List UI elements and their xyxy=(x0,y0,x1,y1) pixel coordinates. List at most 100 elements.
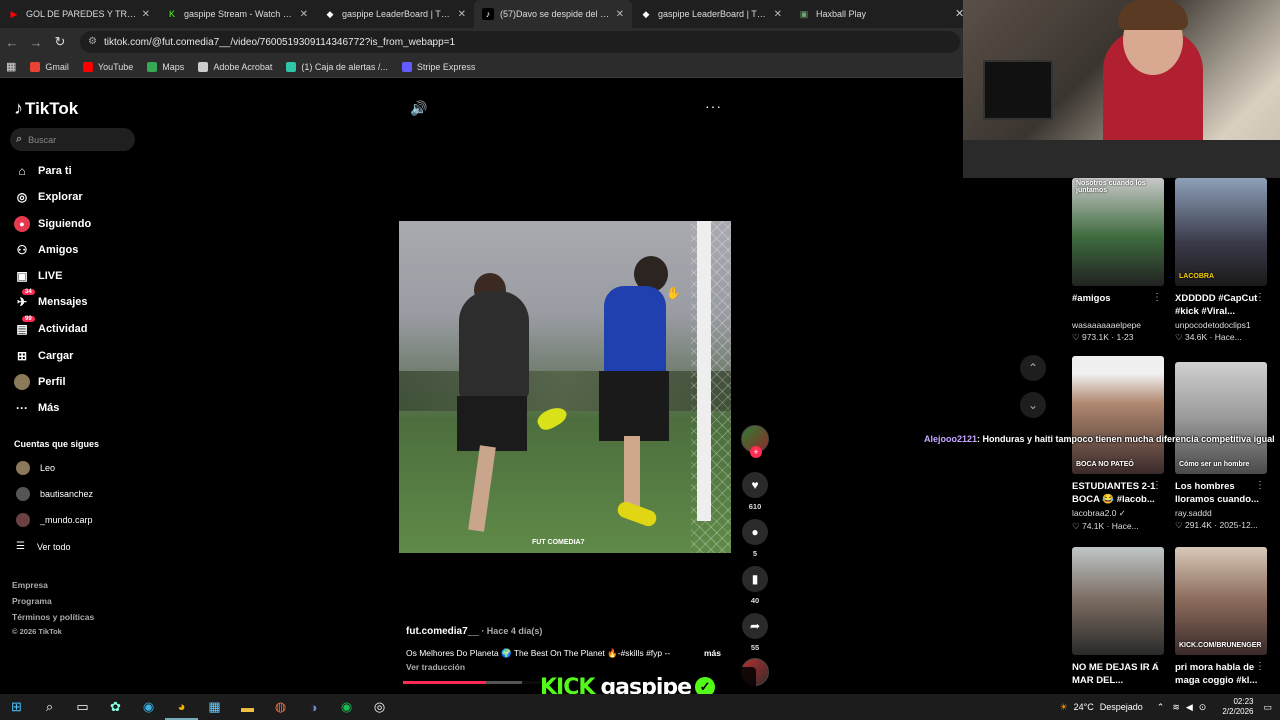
explorer-icon[interactable]: ▬ xyxy=(231,694,264,720)
copilot-icon[interactable]: ✿ xyxy=(99,694,132,720)
close-tab-icon[interactable]: ✕ xyxy=(300,9,308,20)
video-thumbnail: Nosotros cuando los juntamos xyxy=(1072,178,1164,286)
task-view-icon[interactable]: ▭ xyxy=(66,694,99,720)
follow-plus-icon[interactable]: + xyxy=(750,446,762,458)
recommended-video-card[interactable]: Nosotros cuando los juntamos #amigos ⋮ w… xyxy=(1072,178,1164,343)
search-icon[interactable]: ⌕ xyxy=(33,694,66,720)
browser-tab[interactable]: ◆ gaspipe LeaderBoard | The best ✕ xyxy=(316,0,474,28)
browser-tab[interactable]: ◆ gaspipe LeaderBoard | The best ✕ xyxy=(632,0,790,28)
previous-video-button[interactable]: ⌃ xyxy=(1020,355,1046,381)
close-tab-icon[interactable]: ✕ xyxy=(774,9,782,20)
firefox-icon[interactable]: ◍ xyxy=(264,694,297,720)
forward-icon[interactable]: → xyxy=(24,35,48,50)
recommended-video-card[interactable]: NO ME DEJAS IR A MAR DEL... ⋮ xyxy=(1072,547,1164,689)
clock[interactable]: 02:23 2/2/2026 xyxy=(1222,697,1253,717)
author-name[interactable]: fut.comedia7__ xyxy=(406,626,479,637)
save-button[interactable]: ▮ 40 xyxy=(741,566,769,605)
share-button[interactable]: ➦ 55 xyxy=(741,613,769,652)
more-options-icon[interactable]: ··· xyxy=(705,98,722,114)
back-icon[interactable]: ← xyxy=(0,35,24,50)
obs-icon[interactable]: ◎ xyxy=(363,694,396,720)
reload-icon[interactable]: ↻ xyxy=(48,34,72,50)
notifications-icon[interactable]: ▭ xyxy=(1263,702,1272,713)
windows-start-icon[interactable]: ⊞ xyxy=(0,694,33,720)
video-stats: ♡ 74.1K · Hace... xyxy=(1072,521,1139,531)
video-title: NO ME DEJAS IR A MAR DEL... xyxy=(1072,662,1159,686)
video-player[interactable]: FUT COMEDIA7 xyxy=(399,221,731,553)
bookmark-item[interactable]: (1) Caja de alertas /... xyxy=(286,61,388,72)
mic-icon[interactable]: ⊙ xyxy=(1199,702,1207,713)
recommended-video-card[interactable]: KICK.COM/BRUNENGER pri mora habla de mag… xyxy=(1175,547,1267,689)
account-name: _mundo.carp xyxy=(40,515,93,525)
video-goalpost xyxy=(697,221,711,521)
store-icon[interactable]: ▦ xyxy=(198,694,231,720)
search-input[interactable]: ⌕ Buscar xyxy=(10,128,135,151)
sidebar-item-para-ti[interactable]: ⌂ Para ti xyxy=(14,163,72,179)
volume-icon[interactable]: 🔊 xyxy=(410,100,427,117)
tray-chevron-icon[interactable]: ⌃ xyxy=(1157,702,1165,713)
more-options-icon[interactable]: ⋮ xyxy=(1255,661,1265,672)
browser-tab[interactable]: Kgaspipe Stream - Watch Live on ✕ xyxy=(158,0,316,28)
more-options-icon[interactable]: ⋮ xyxy=(1255,292,1265,303)
sidebar-item-cargar[interactable]: ⊞ Cargar xyxy=(14,348,74,364)
recommended-video-card[interactable]: BOCA NO PATEÓ ESTUDIANTES 2-1 BOCA 😂 #la… xyxy=(1072,356,1164,532)
sidebar-item-label: Siguiendo xyxy=(38,218,92,230)
bookmark-item[interactable]: Maps xyxy=(147,61,184,72)
bookmark-item[interactable]: Adobe Acrobat xyxy=(198,61,272,72)
translate-link[interactable]: Ver traducción xyxy=(406,662,465,672)
browser-tab[interactable]: ♪ (57)Davo se despide del stream ✕ xyxy=(474,0,632,28)
sidebar-item-actividad[interactable]: ▤ 99 Actividad xyxy=(14,316,88,337)
chrome-icon[interactable]: ◕ xyxy=(165,694,198,720)
footer-link[interactable]: Términos y políticas xyxy=(12,612,94,622)
save-count: 40 xyxy=(750,596,760,605)
creator-avatar[interactable]: + xyxy=(741,425,769,458)
bookmark-item[interactable]: Stripe Express xyxy=(401,61,475,72)
following-account[interactable]: bautisanchez xyxy=(16,487,93,501)
edge-icon[interactable]: ◉ xyxy=(132,694,165,720)
more-options-icon[interactable]: ⋮ xyxy=(1152,480,1162,491)
bookmark-item[interactable]: Gmail xyxy=(30,61,69,72)
sidebar-item-label: Para ti xyxy=(38,165,72,177)
sidebar-item-más[interactable]: ··· Más xyxy=(14,400,59,416)
comment-button[interactable]: ● 5 xyxy=(741,519,769,558)
discord-icon[interactable]: ◑ xyxy=(297,694,330,720)
more-description-button[interactable]: más xyxy=(704,648,721,658)
volume-icon[interactable]: ◀ xyxy=(1186,702,1193,713)
footer-link[interactable]: Empresa xyxy=(12,580,48,590)
close-tab-icon[interactable]: ✕ xyxy=(616,9,624,20)
following-account[interactable]: Leo xyxy=(16,461,55,475)
video-player-1-shorts xyxy=(457,396,527,451)
bookmark-item[interactable]: YouTube xyxy=(82,61,133,72)
recommended-video-card[interactable]: LACOBRA XDDDDD #CapCut #kick #Viral... ⋮… xyxy=(1175,178,1267,343)
sidebar-item-perfil[interactable]: ● Perfil xyxy=(14,374,66,390)
site-info-icon[interactable]: ⚙ xyxy=(88,36,97,47)
sidebar-item-siguiendo[interactable]: ● Siguiendo xyxy=(14,216,91,232)
like-button[interactable]: ♥ 610 xyxy=(741,472,769,511)
browser-tab[interactable]: ▣ Haxball Play xyxy=(790,0,948,28)
close-tab-icon[interactable]: ✕ xyxy=(458,9,466,20)
temperature: 24°C xyxy=(1073,702,1094,712)
comment-icon: ● xyxy=(742,519,768,545)
next-video-button[interactable]: ⌄ xyxy=(1020,392,1046,418)
more-options-icon[interactable]: ⋮ xyxy=(1255,480,1265,491)
sidebar-item-live[interactable]: ▣ LIVE xyxy=(14,268,62,284)
spotify-icon[interactable]: ◉ xyxy=(330,694,363,720)
sidebar-item-mensajes[interactable]: ✈ 34 Mensajes xyxy=(14,289,88,310)
recommended-video-card[interactable]: Cómo ser un hombre Los hombres lloramos … xyxy=(1175,362,1267,531)
sidebar-item-explorar[interactable]: ◎ Explorar xyxy=(14,189,83,205)
url-field[interactable]: ⚙ tiktok.com/@fut.comedia7__/video/76005… xyxy=(80,31,960,53)
apps-grid-icon[interactable]: ▦ xyxy=(6,60,16,73)
sidebar-item-amigos[interactable]: ⚇ Amigos xyxy=(14,242,79,258)
following-account[interactable]: _mundo.carp xyxy=(16,513,93,527)
footer-link[interactable]: Programa xyxy=(12,596,52,606)
wifi-icon[interactable]: ≋ xyxy=(1172,702,1180,713)
more-options-icon[interactable]: ⋮ xyxy=(1152,292,1162,303)
more-options-icon[interactable]: ⋮ xyxy=(1152,661,1162,672)
activity-icon: ▤ 99 xyxy=(14,316,35,337)
see-all-link[interactable]: ☰ Ver todo xyxy=(16,541,71,552)
tiktok-logo[interactable]: ♪ TikTok xyxy=(14,98,78,119)
tiktok-note-icon: ♪ xyxy=(14,98,23,118)
video-author[interactable]: fut.comedia7__ · Hace 4 día(s) xyxy=(406,626,542,637)
close-tab-icon[interactable]: ✕ xyxy=(142,9,150,20)
browser-tab[interactable]: ▶ GOL DE PAREDES Y TRIUNFAZO ✕ xyxy=(0,0,158,28)
